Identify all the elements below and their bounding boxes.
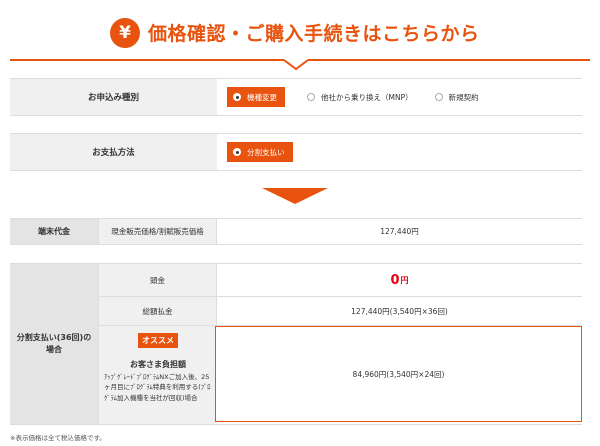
total-payment-value: 127,440円(3,540円×36回) — [217, 297, 582, 325]
down-payment-amount: 0 — [390, 272, 400, 288]
radio-unchecked-icon — [434, 93, 443, 101]
option-mnp[interactable]: 他社から乗り換え（MNP） — [307, 92, 413, 103]
down-payment-unit: 円 — [400, 275, 409, 285]
header-notch-icon — [284, 56, 308, 70]
application-type-row: お申込み種別 機種変更 他社から乗り換え（MNP） 新規契約 — [10, 78, 582, 116]
option-model-change[interactable]: 機種変更 — [227, 87, 285, 107]
option-label: 分割支払い — [247, 147, 285, 157]
recommend-description: ｱｯﾌﾟｸﾞﾚｰﾄﾞﾌﾟﾛｸﾞﾗﾑNXご加入後、25ヶ月目にﾌﾟﾛｸﾞﾗﾑ特典を… — [104, 373, 211, 402]
divider — [98, 219, 99, 244]
radio-unchecked-icon — [307, 93, 315, 101]
option-label: 新規契約 — [448, 92, 479, 102]
installment-label: 分割支払い(36回)の場合 — [10, 264, 98, 424]
down-arrow-icon — [262, 188, 328, 204]
payment-method-row: お支払方法 分割支払い — [10, 133, 582, 171]
device-price-label: 端末代金 — [10, 219, 98, 244]
total-payment-label: 総額払金 — [98, 297, 217, 325]
section-title: 価格確認・ご購入手続きはこちらから — [148, 23, 480, 45]
radio-checked-icon — [233, 148, 241, 156]
option-label: 機種変更 — [247, 92, 277, 102]
section-header: ¥ 価格確認・ご購入手続きはこちらから — [0, 0, 600, 70]
divider — [216, 264, 217, 326]
divider — [98, 264, 99, 424]
option-installment[interactable]: 分割支払い — [227, 142, 293, 162]
recommend-value: 84,960円(3,540円×24回) — [215, 326, 582, 422]
radio-checked-icon — [233, 93, 241, 101]
yen-icon: ¥ — [110, 18, 140, 48]
device-price-sublabel: 現金販売価格/割賦販売価格 — [98, 219, 217, 244]
option-new-contract[interactable]: 新規契約 — [434, 92, 479, 103]
application-type-options: 機種変更 他社から乗り換え（MNP） 新規契約 — [217, 79, 582, 115]
payment-method-label: お支払方法 — [92, 148, 135, 158]
down-payment-label: 頭金 — [98, 264, 217, 296]
device-price-table: 端末代金 現金販売価格/割賦販売価格 127,440円 — [10, 218, 582, 245]
recommend-badge: オススメ — [138, 333, 178, 348]
recommend-title: お客さま負担額 — [130, 360, 186, 369]
payment-method-options: 分割支払い — [217, 134, 582, 170]
application-type-label: お申込み種別 — [87, 93, 139, 103]
option-label: 他社から乗り換え（MNP） — [321, 92, 413, 102]
divider — [98, 296, 582, 297]
tax-footnote: ※表示価格は全て税込価格です。 — [10, 434, 106, 442]
down-payment-value: 0 円 — [217, 264, 582, 296]
divider — [216, 219, 217, 244]
device-price-value: 127,440円 — [217, 219, 582, 244]
